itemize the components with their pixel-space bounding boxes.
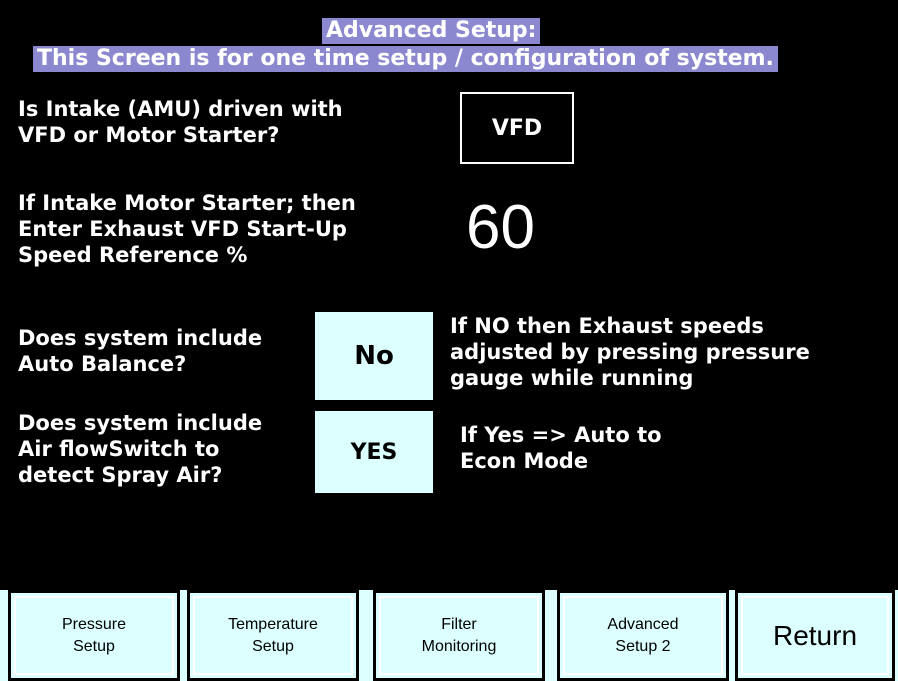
page-subtitle: This Screen is for one time setup / conf… (33, 46, 778, 72)
intake-question: Is Intake (AMU) driven with VFD or Motor… (18, 97, 343, 147)
air-flow-switch-question: Does system include Air flowSwitch to de… (18, 411, 263, 487)
temperature-setup-label: Temperature Setup (228, 615, 318, 655)
auto-balance-button[interactable]: No (315, 312, 433, 400)
auto-balance-value: No (354, 341, 394, 371)
intake-drive-button[interactable]: VFD (460, 92, 574, 164)
auto-balance-note: If NO then Exhaust speeds adjusted by pr… (450, 314, 810, 390)
filter-monitoring-button[interactable]: Filter Monitoring (373, 590, 545, 681)
startup-speed-field[interactable]: 60 (466, 192, 535, 264)
advanced-setup-2-label: Advanced Setup 2 (607, 615, 679, 655)
temperature-setup-button[interactable]: Temperature Setup (187, 590, 359, 681)
advanced-setup-2-button[interactable]: Advanced Setup 2 (557, 590, 729, 681)
filter-monitoring-label: Filter Monitoring (421, 615, 497, 655)
advanced-setup-screen: Advanced Setup: This Screen is for one t… (0, 0, 898, 681)
startup-speed-question: If Intake Motor Starter; then Enter Exha… (18, 191, 356, 267)
auto-balance-question: Does system include Auto Balance? (18, 326, 263, 376)
return-button[interactable]: Return (735, 590, 895, 681)
air-flow-switch-value: YES (350, 439, 398, 465)
pressure-setup-button[interactable]: Pressure Setup (8, 590, 180, 681)
air-flow-switch-button[interactable]: YES (315, 411, 433, 493)
intake-drive-value: VFD (491, 115, 543, 141)
return-label: Return (772, 619, 858, 651)
air-flow-switch-note: If Yes => Auto to Econ Mode (460, 423, 662, 473)
pressure-setup-label: Pressure Setup (61, 615, 127, 655)
page-title: Advanced Setup: (322, 18, 541, 44)
